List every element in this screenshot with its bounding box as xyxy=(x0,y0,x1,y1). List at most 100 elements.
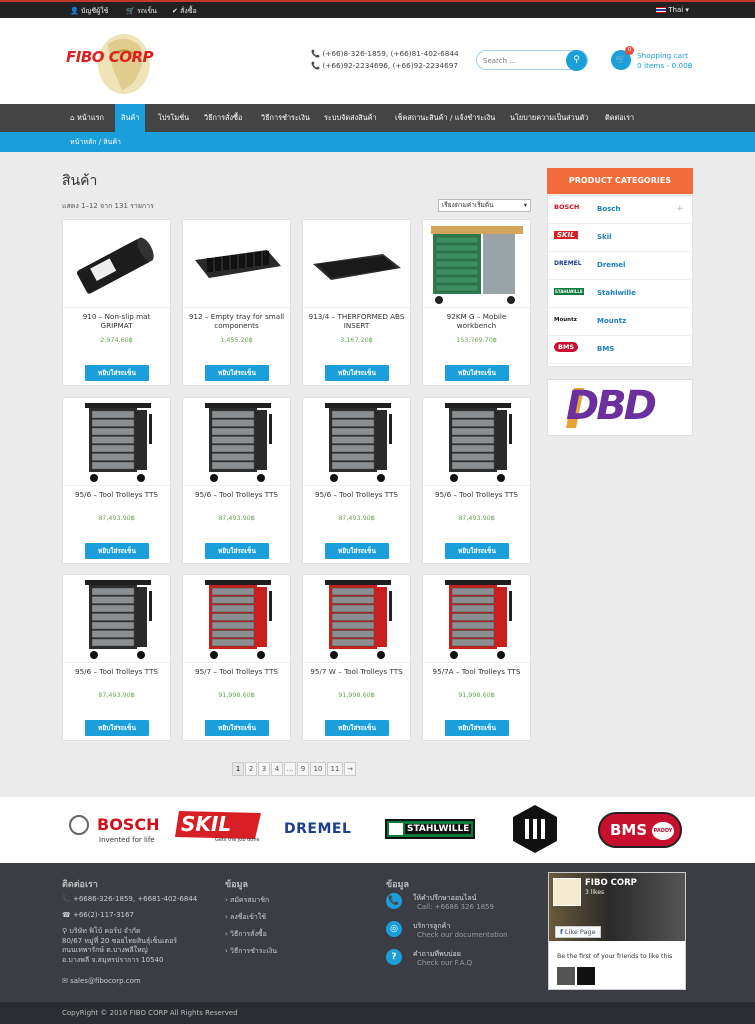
product-name[interactable]: 95/6 – Tool Trolleys TTS xyxy=(67,490,166,499)
checkout-link[interactable]: ✔ สั่งซื้อ xyxy=(172,6,197,17)
nav-products[interactable]: สินค้า xyxy=(115,104,146,132)
nav-privacy[interactable]: นโยบายความเป็นส่วนตัว xyxy=(510,104,589,132)
footer-info-link[interactable]: › สมัครสมาชิก xyxy=(225,895,269,906)
bms-sub-logo: PADDY xyxy=(652,822,674,840)
product-name[interactable]: 910 – Non-slip mat GRIPMAT xyxy=(67,312,166,330)
product-card[interactable]: 95/6 – Tool Trolleys TTS 87,493.90฿ หยิบใส… xyxy=(302,397,411,564)
product-image[interactable] xyxy=(423,575,530,663)
page-button-2[interactable]: 2 xyxy=(245,762,257,776)
product-card[interactable]: 92KM G – Mobile workbench 153,769.70฿ หยิบ… xyxy=(422,219,531,386)
page-button-4[interactable]: 4 xyxy=(271,762,283,776)
product-card[interactable]: 95/7A – Tool Trolleys TTS 91,998.60฿ หยิบใ… xyxy=(422,574,531,741)
product-image[interactable] xyxy=(63,220,170,308)
brand-skil[interactable]: SKIL Gets the job done xyxy=(175,809,263,845)
category-item-stahlwille[interactable]: STAHLWILLE Stahlwille xyxy=(548,280,694,308)
language-switcher[interactable]: Thai ▾ xyxy=(656,6,689,14)
search-button[interactable]: ⚲ xyxy=(566,50,587,71)
brand-dremel[interactable]: DREMEL xyxy=(284,821,351,837)
nav-products-label: สินค้า xyxy=(121,113,140,122)
nav-home[interactable]: ⌂ หน้าแรก xyxy=(70,104,104,132)
add-to-cart-button[interactable]: หยิบใส่รถเข็น xyxy=(445,365,509,381)
add-to-cart-button[interactable]: หยิบใส่รถเข็น xyxy=(325,365,389,381)
footer-email-link[interactable]: ✉ sales@fibocorp.com xyxy=(62,977,141,985)
product-image[interactable] xyxy=(183,398,290,486)
sort-select[interactable]: เรียงตามค่าเริ่มต้น ▾ xyxy=(438,199,531,212)
add-to-cart-button[interactable]: หยิบใส่รถเข็น xyxy=(205,365,269,381)
product-name[interactable]: 95/7 – Tool Trolleys TTS xyxy=(187,667,286,676)
nav-promotions[interactable]: โปรโมชั่น xyxy=(158,104,189,132)
add-to-cart-button[interactable]: หยิบใส่รถเข็น xyxy=(445,720,509,736)
product-image[interactable] xyxy=(423,398,530,486)
facebook-widget[interactable]: FIBO CORP 3 likes f Like Page Be the fir… xyxy=(548,872,686,990)
product-image[interactable] xyxy=(63,575,170,663)
product-card[interactable]: 910 – Non-slip mat GRIPMAT 2,974.60฿ หยิบใ… xyxy=(62,219,171,386)
add-to-cart-button[interactable]: หยิบใส่รถเข็น xyxy=(85,720,149,736)
category-item-mountz[interactable]: Mountz Mountz xyxy=(548,308,694,336)
dbd-badge[interactable]: DBD xyxy=(547,379,693,436)
product-name[interactable]: 912 – Empty tray for small components xyxy=(187,312,286,330)
add-to-cart-button[interactable]: หยิบใส่รถเข็น xyxy=(85,365,149,381)
product-card[interactable]: 95/6 – Tool Trolleys TTS 87,493.90฿ หยิบใส… xyxy=(62,574,171,741)
add-to-cart-button[interactable]: หยิบใส่รถเข็น xyxy=(205,543,269,559)
account-link[interactable]: 👤 บัญชีผู้ใช้ xyxy=(70,6,108,17)
cart-link[interactable]: 🛒 รถเข็น xyxy=(126,6,157,17)
site-logo[interactable]: FIBO CORP xyxy=(64,24,164,96)
search-input[interactable] xyxy=(483,54,563,67)
product-name[interactable]: 913/4 – THERFORMED ABS INSERT xyxy=(307,312,406,330)
category-item-bosch[interactable]: BOSCH Bosch + xyxy=(548,196,694,224)
breadcrumb[interactable]: หน้าหลัก / สินค้า xyxy=(70,137,121,148)
product-image[interactable] xyxy=(303,575,410,663)
expand-icon[interactable]: + xyxy=(676,204,684,214)
category-item-skil[interactable]: SKIL Skil xyxy=(548,224,694,252)
add-to-cart-button[interactable]: หยิบใส่รถเข็น xyxy=(325,720,389,736)
nav-order-status[interactable]: เช็คสถานะสินค้า / แจ้งชำระเงิน xyxy=(395,104,495,132)
product-card[interactable]: 913/4 – THERFORMED ABS INSERT 3,167.20฿ หย… xyxy=(302,219,411,386)
product-image[interactable] xyxy=(183,575,290,663)
page-button-9[interactable]: 9 xyxy=(297,762,309,776)
pagination-ellipsis: … xyxy=(284,762,296,776)
product-card[interactable]: 95/6 – Tool Trolleys TTS 87,493.90฿ หยิบใส… xyxy=(62,397,171,564)
add-to-cart-button[interactable]: หยิบใส่รถเข็น xyxy=(205,720,269,736)
product-name[interactable]: 95/6 – Tool Trolleys TTS xyxy=(67,667,166,676)
product-card[interactable]: 912 – Empty tray for small components 1,4… xyxy=(182,219,291,386)
product-card[interactable]: 95/7 – Tool Trolleys TTS 91,998.60฿ หยิบใส… xyxy=(182,574,291,741)
product-image[interactable] xyxy=(423,220,530,308)
nav-shipping[interactable]: ระบบจัดส่งสินค้า xyxy=(324,104,377,132)
product-name[interactable]: 95/6 – Tool Trolleys TTS xyxy=(307,490,406,499)
product-name[interactable]: 95/6 – Tool Trolleys TTS xyxy=(187,490,286,499)
category-item-bms[interactable]: BMS BMS xyxy=(548,336,694,364)
page-button-10[interactable]: 10 xyxy=(310,762,326,776)
facebook-like-button[interactable]: f Like Page xyxy=(555,926,601,938)
add-to-cart-button[interactable]: หยิบใส่รถเข็น xyxy=(325,543,389,559)
nav-how-to-order[interactable]: วิธีการสั่งซื้อ xyxy=(204,104,242,132)
category-item-dremel[interactable]: DREMEL Dremel xyxy=(548,252,694,280)
page-title: สินค้า xyxy=(62,173,98,189)
product-name[interactable]: 95/7 W – Tool Trolleys TTS xyxy=(307,667,406,676)
product-card[interactable]: 95/7 W – Tool Trolleys TTS 91,998.60฿ หยิบ… xyxy=(302,574,411,741)
footer-info-link[interactable]: › ลงชื่อเข้าใช้ xyxy=(225,912,266,923)
product-image[interactable] xyxy=(303,220,410,308)
brand-bms[interactable]: BMS PADDY xyxy=(598,812,682,848)
cart-button[interactable]: 🛒 0 xyxy=(611,46,634,70)
product-card[interactable]: 95/6 – Tool Trolleys TTS 87,493.90฿ หยิบใส… xyxy=(422,397,531,564)
brand-mountz[interactable] xyxy=(513,805,557,853)
footer-info-link[interactable]: › วิธีการสั่งซื้อ xyxy=(225,929,267,940)
product-image[interactable] xyxy=(303,398,410,486)
nav-contact[interactable]: ติดต่อเรา xyxy=(605,104,634,132)
next-page-button[interactable]: → xyxy=(344,762,356,776)
add-to-cart-button[interactable]: หยิบใส่รถเข็น xyxy=(445,543,509,559)
product-name[interactable]: 95/6 – Tool Trolleys TTS xyxy=(427,490,526,499)
nav-payment[interactable]: วิธีการชำระเงิน xyxy=(261,104,310,132)
product-name[interactable]: 95/7A – Tool Trolleys TTS xyxy=(427,667,526,676)
brand-stahlwille[interactable]: STAHLWILLE xyxy=(385,819,475,839)
product-image[interactable] xyxy=(183,220,290,308)
page-button-11[interactable]: 11 xyxy=(327,762,343,776)
footer-info-link[interactable]: › วิธีการชำระเงิน xyxy=(225,946,277,957)
cart-summary[interactable]: Shopping cart 0 items - 0.00฿ xyxy=(637,51,692,71)
product-image[interactable] xyxy=(63,398,170,486)
page-button-3[interactable]: 3 xyxy=(258,762,270,776)
product-card[interactable]: 95/6 – Tool Trolleys TTS 87,493.90฿ หยิบใส… xyxy=(182,397,291,564)
product-name[interactable]: 92KM G – Mobile workbench xyxy=(427,312,526,330)
page-button-1[interactable]: 1 xyxy=(232,762,244,776)
add-to-cart-button[interactable]: หยิบใส่รถเข็น xyxy=(85,543,149,559)
